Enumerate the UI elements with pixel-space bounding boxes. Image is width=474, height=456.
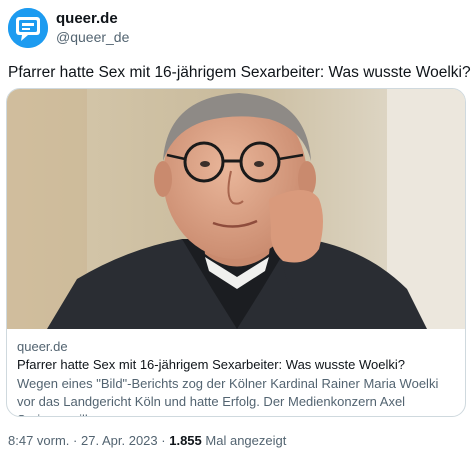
- author-avatar[interactable]: [8, 8, 48, 48]
- tweet-date[interactable]: 27. Apr. 2023: [81, 433, 158, 448]
- meta-separator: ·: [161, 433, 166, 448]
- card-image[interactable]: [7, 89, 465, 329]
- view-count: 1.855: [169, 433, 202, 448]
- author-handle[interactable]: @queer_de: [56, 29, 129, 45]
- tweet-text: Pfarrer hatte Sex mit 16-jährigem Sexarb…: [8, 64, 471, 81]
- tweet-time[interactable]: 8:47 vorm.: [8, 433, 69, 448]
- portrait-photo: [7, 89, 465, 329]
- link-card[interactable]: queer.de Pfarrer hatte Sex mit 16-jährig…: [6, 88, 466, 417]
- chat-bubble-logo-icon: [8, 8, 48, 48]
- card-title: Pfarrer hatte Sex mit 16-jährigem Sexarb…: [17, 357, 405, 372]
- meta-separator: ·: [73, 433, 78, 448]
- author-name[interactable]: queer.de: [56, 10, 118, 27]
- card-domain: queer.de: [17, 339, 68, 354]
- card-description: Wegen eines "Bild"-Berichts zog der Köln…: [17, 376, 439, 416]
- view-count-label: Mal angezeigt: [205, 433, 287, 448]
- tweet-meta: 8:47 vorm. · 27. Apr. 2023 · 1.855 Mal a…: [8, 433, 286, 448]
